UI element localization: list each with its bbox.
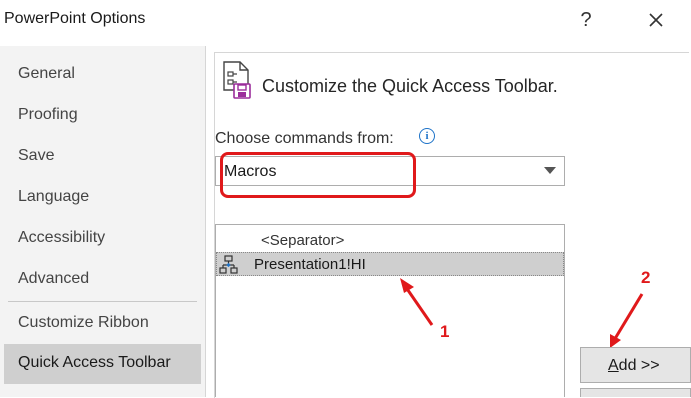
next-button-partial[interactable] bbox=[580, 388, 691, 397]
sidebar-item-label: Save bbox=[18, 147, 55, 164]
sidebar-item-accessibility[interactable]: Accessibility bbox=[0, 219, 205, 259]
title-bar: PowerPoint Options ? bbox=[0, 0, 691, 40]
sidebar-item-label: Proofing bbox=[18, 106, 78, 123]
sidebar-item-save[interactable]: Save bbox=[0, 137, 205, 177]
dropdown-arrow-icon[interactable] bbox=[544, 167, 556, 174]
list-item[interactable]: <Separator> bbox=[216, 228, 564, 252]
annotation-number-2: 2 bbox=[641, 268, 651, 287]
sidebar-item-label: Accessibility bbox=[18, 229, 106, 246]
sidebar-item-label: Advanced bbox=[18, 270, 90, 287]
info-icon[interactable]: i bbox=[419, 128, 435, 144]
sidebar-item-proofing[interactable]: Proofing bbox=[0, 96, 205, 136]
sidebar-item-advanced[interactable]: Advanced bbox=[0, 260, 205, 300]
options-sidebar: General Proofing Save Language Accessibi… bbox=[0, 46, 206, 397]
close-button[interactable] bbox=[636, 4, 676, 36]
macro-icon bbox=[219, 255, 238, 274]
annotation-number-1: 1 bbox=[440, 322, 450, 341]
window-title: PowerPoint Options bbox=[4, 10, 146, 27]
page-heading: Customize the Quick Access Toolbar. bbox=[262, 76, 558, 96]
sidebar-item-customize-ribbon[interactable]: Customize Ribbon bbox=[0, 304, 205, 344]
sidebar-item-label: Customize Ribbon bbox=[18, 314, 149, 331]
commands-list[interactable]: <Separator> Presentation1!HI bbox=[215, 224, 565, 397]
qat-customize-icon bbox=[223, 61, 251, 99]
sidebar-divider bbox=[8, 301, 197, 302]
qat-panel: Customize the Quick Access Toolbar. Choo… bbox=[206, 46, 691, 398]
add-button[interactable]: Add >> bbox=[580, 347, 691, 383]
sidebar-item-label: Quick Access Toolbar bbox=[18, 354, 171, 371]
help-button[interactable]: ? bbox=[566, 4, 606, 36]
annotation-highlight-box bbox=[220, 152, 416, 198]
list-item-label: Presentation1!HI bbox=[254, 256, 366, 273]
sidebar-item-language[interactable]: Language bbox=[0, 178, 205, 218]
list-item[interactable]: Presentation1!HI bbox=[216, 252, 564, 276]
list-item-label: <Separator> bbox=[261, 232, 345, 249]
choose-commands-label: Choose commands from: bbox=[215, 130, 394, 147]
sidebar-item-general[interactable]: General bbox=[0, 55, 205, 95]
sidebar-item-quick-access-toolbar[interactable]: Quick Access Toolbar bbox=[4, 344, 201, 384]
close-icon bbox=[649, 13, 663, 27]
sidebar-item-label: General bbox=[18, 65, 75, 82]
sidebar-item-label: Language bbox=[18, 188, 90, 205]
add-button-label: Add >> bbox=[608, 357, 660, 374]
